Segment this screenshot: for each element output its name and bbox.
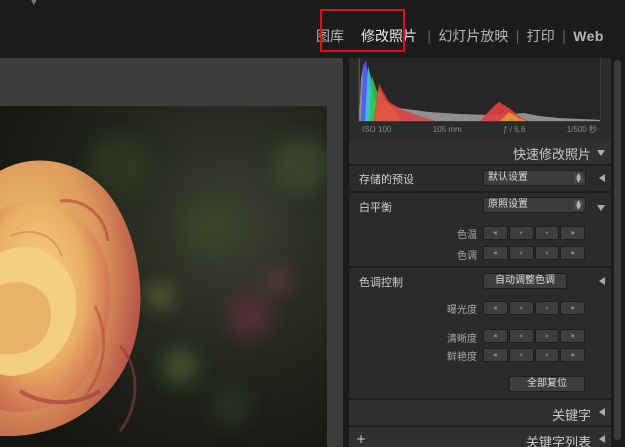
saved-preset-label: 存储的预设 [359,173,414,186]
keywording-title: 关键字 [551,409,591,424]
temp-increase-button[interactable]: › [534,226,560,240]
histogram[interactable] [358,58,601,122]
select-updown-icon: ▲ ▼ [574,173,583,184]
tint-dbl-decrease-button[interactable]: « [483,246,508,260]
expand-triangle-icon[interactable] [599,277,605,285]
saved-preset-select[interactable]: 默认设置 ▲ ▼ [483,170,586,186]
keywording-header[interactable]: 关键字 [349,401,611,425]
tint-increase-button[interactable]: › [534,246,560,260]
tone-control-label: 色调控制 [359,276,403,289]
histogram-info: ISO 100 105 mm ƒ / 5.6 1/500 秒 [358,122,601,136]
temp-decrease-button[interactable]: ‹ [508,226,534,240]
clarity-label: 清晰度 [447,334,477,345]
saved-preset-value: 默认设置 [488,172,528,183]
quick-develop-header[interactable]: 快速修改照片 [349,140,611,164]
aperture-value: ƒ / 5.6 [503,124,526,134]
keyword-list-title: 关键字列表 [525,436,591,447]
vibrance-stepper: « ‹ › » [483,348,586,362]
keyword-list-header[interactable]: 关键字列表 [349,428,611,447]
exposure-increase-button[interactable]: › [534,301,560,315]
panel-scroll-thumb[interactable] [614,60,621,440]
exposure-stepper: « ‹ › » [483,301,586,315]
temp-dbl-decrease-button[interactable]: « [483,226,508,240]
divider [349,425,611,427]
histogram-graph [359,58,600,121]
tint-decrease-button[interactable]: ‹ [508,246,534,260]
white-balance-select[interactable]: 原照设置 ▲ ▼ [483,197,586,213]
expand-triangle-icon[interactable] [599,408,605,416]
divider [349,164,611,166]
divider [349,266,611,268]
white-balance-label: 白平衡 [359,201,392,214]
shutter-value: 1/500 秒 [566,124,597,134]
clarity-dbl-increase-button[interactable]: » [560,329,585,343]
quick-develop-title: 快速修改照片 [512,148,591,163]
clarity-decrease-button[interactable]: ‹ [508,329,534,343]
vibrance-increase-button[interactable]: › [534,348,560,362]
module-web[interactable]: Web [566,28,611,44]
tint-label: 色调 [457,251,477,262]
iso-value: ISO 100 [362,124,392,134]
expand-triangle-icon[interactable] [599,435,605,443]
module-print[interactable]: 打印 [520,26,562,46]
exposure-dbl-decrease-button[interactable]: « [483,301,508,315]
tint-dbl-increase-button[interactable]: » [560,246,585,260]
auto-tone-button[interactable]: 自动调整色调 [483,273,567,289]
reset-all-button[interactable]: 全部复位 [509,376,585,392]
exposure-label: 曝光度 [447,305,477,316]
corner-triangle-icon[interactable]: ▼ [30,0,38,7]
develop-highlight-box [320,9,405,52]
vibrance-label: 鲜艳度 [447,352,477,363]
divider [349,398,611,400]
temp-dbl-increase-button[interactable]: » [560,226,585,240]
vibrance-decrease-button[interactable]: ‹ [508,348,534,362]
clarity-stepper: « ‹ › » [483,329,586,343]
temperature-stepper: « ‹ › » [483,226,586,240]
exposure-dbl-increase-button[interactable]: » [560,301,585,315]
module-slideshow[interactable]: 幻灯片放映 [431,26,515,46]
photo-canvas[interactable] [0,58,345,447]
temperature-label: 色温 [457,230,477,241]
rose-photo [0,106,327,447]
add-keyword-icon[interactable]: + [356,432,366,446]
rose-image [0,106,327,447]
vibrance-dbl-increase-button[interactable]: » [560,348,585,362]
collapse-triangle-icon[interactable] [597,205,605,211]
clarity-dbl-decrease-button[interactable]: « [483,329,508,343]
exposure-decrease-button[interactable]: ‹ [508,301,534,315]
vibrance-dbl-decrease-button[interactable]: « [483,348,508,362]
tint-stepper: « ‹ › » [483,246,586,260]
focal-length-value: 105 mm [432,124,462,134]
clarity-increase-button[interactable]: › [534,329,560,343]
white-balance-value: 原照设置 [488,199,528,210]
collapse-triangle-icon[interactable] [597,150,605,156]
divider [349,191,611,193]
expand-triangle-icon[interactable] [599,174,605,182]
module-picker-bar: ▼ 图库 修改照片 | 幻灯片放映 | 打印 | Web [0,0,625,58]
select-updown-icon: ▲ ▼ [574,200,583,211]
lightroom-window: ▼ 图库 修改照片 | 幻灯片放映 | 打印 | Web ISO 100 105… [0,0,625,447]
tone-control-row: 色调控制 [349,270,611,292]
